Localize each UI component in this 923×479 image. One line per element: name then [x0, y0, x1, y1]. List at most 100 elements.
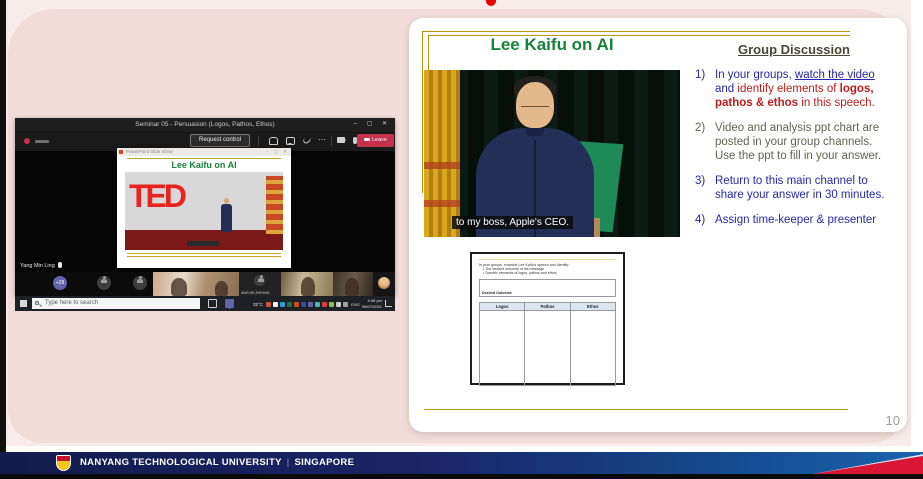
tray-app-icon[interactable] — [315, 302, 320, 307]
recording-indicator-icon — [24, 138, 30, 144]
toolbar-divider — [331, 136, 332, 146]
overflow-count-badge[interactable]: +28 — [53, 276, 67, 290]
start-button-icon[interactable] — [20, 300, 27, 307]
footer-text: NANYANG TECHNOLOGICAL UNIVERSITY | SINGAPO… — [80, 452, 354, 474]
mini-speaker-head — [224, 198, 229, 204]
discussion-item-4-text: Assign time-keeper & presenter — [715, 213, 876, 227]
country-name: SINGAPORE — [295, 457, 355, 468]
taskbar-search-input[interactable]: Type here to search — [32, 298, 200, 309]
request-control-button[interactable]: Request control — [190, 134, 250, 147]
participant-name: ANG HE ZHIYING — [241, 291, 270, 295]
ntu-crest-logo — [56, 455, 71, 471]
discussion-item-3: 3) Return to this main channel to share … — [695, 174, 893, 202]
slide-title: Lee Kaifu on AI — [425, 35, 679, 55]
table-body — [480, 311, 615, 385]
participant-avatar[interactable] — [133, 276, 147, 290]
notification-center-icon[interactable] — [385, 300, 392, 307]
university-name: NANYANG TECHNOLOGICAL UNIVERSITY — [80, 457, 282, 468]
task-view-icon[interactable] — [208, 299, 217, 308]
participant-avatar[interactable] — [97, 276, 111, 290]
gold-border-top — [422, 31, 850, 32]
camera-icon[interactable] — [337, 137, 345, 143]
worksheet-bullet: • Specific elements of logos, pathos and… — [479, 271, 616, 275]
powerpoint-window-controls[interactable]: – ▢ ✕ — [266, 148, 289, 156]
tray-app-icon[interactable] — [329, 302, 334, 307]
tray-icons — [266, 302, 348, 307]
discussion-item-2: 2) Video and analysis ppt chart are post… — [695, 121, 893, 163]
teams-window-title: Seminar 05 - Persuasion (Logos, Pathos, … — [135, 121, 274, 128]
taskbar-clock[interactable]: 4:06 pm 06/07/2021 — [362, 298, 382, 309]
weather-temperature[interactable]: 32°C — [253, 302, 263, 307]
main-slide: Lee Kaifu on AI to my boss, Apple's CEO.… — [409, 18, 907, 432]
analysis-worksheet-thumbnail: In your groups, examine Lee Kaifu's spee… — [470, 252, 625, 385]
mini-slide-gold-rule — [127, 253, 281, 254]
participant-filmstrip: +28 ANG HE ZHIYING — [15, 272, 395, 296]
mini-slide-gold-rule — [127, 256, 281, 257]
ntu-footer-bar: NANYANG TECHNOLOGICAL UNIVERSITY | SINGAPO… — [0, 452, 923, 474]
desired-outcome-label: Desired Outcome — [482, 291, 512, 295]
speaker-glasses — [521, 102, 549, 107]
leave-button[interactable]: Leave — [357, 134, 394, 147]
active-speaker-name: Yang Min Ling — [20, 261, 62, 269]
watch-video-link[interactable]: watch the video — [795, 69, 875, 81]
discussion-item-2-text: Video and analysis ppt chart are posted … — [715, 121, 893, 163]
chat-icon[interactable] — [286, 137, 295, 145]
gold-border-bottom — [424, 409, 848, 410]
participant-video[interactable] — [333, 272, 373, 296]
desired-outcome-box: Desired Outcome — [479, 279, 616, 297]
shared-powerpoint-window: PowerPoint Slide Show – ▢ ✕ Lee Kaifu on… — [117, 148, 291, 268]
left-black-edge — [0, 0, 6, 457]
speaker-video-still: to my boss, Apple's CEO. — [424, 70, 680, 237]
window-controls[interactable]: – ▢ ✕ — [354, 118, 391, 131]
table-header-row: Logos Pathos Ethos — [480, 303, 615, 311]
participant-video[interactable] — [373, 272, 395, 296]
toolbar-divider — [258, 136, 259, 146]
discussion-item-3-text: Return to this main channel to share you… — [715, 174, 893, 202]
meeting-timer — [35, 140, 49, 143]
hidden-participants: +28 — [15, 272, 153, 296]
discussion-item-1-text: In your groups, watch the video and iden… — [715, 68, 893, 110]
column-header-pathos: Pathos — [525, 303, 570, 310]
tray-app-icon[interactable] — [308, 302, 313, 307]
tray-app-icon[interactable] — [273, 302, 278, 307]
teams-taskbar-icon[interactable] — [225, 299, 234, 308]
discussion-item-1: 1) In your groups, watch the video and i… — [695, 68, 893, 110]
participant-photo-avatar — [378, 277, 390, 289]
tray-app-icon[interactable] — [287, 302, 292, 307]
ted-backdrop-panel — [266, 176, 283, 234]
meeting-stage: PowerPoint Slide Show – ▢ ✕ Lee Kaifu on… — [15, 151, 395, 272]
mandarin-collar — [526, 128, 544, 136]
hang-up-icon — [364, 138, 370, 141]
participant-video[interactable]: ANG HE ZHIYING — [239, 272, 281, 296]
tray-app-icon[interactable] — [280, 302, 285, 307]
teams-meeting-window: Seminar 05 - Persuasion (Logos, Pathos, … — [15, 118, 395, 296]
language-indicator[interactable]: ENG — [351, 302, 360, 307]
mini-speaker-figure — [221, 204, 232, 232]
footer-red-swoosh — [813, 452, 923, 474]
more-options-icon[interactable]: ⋯ — [318, 137, 327, 145]
raise-hand-icon[interactable] — [269, 137, 278, 145]
tray-app-icon[interactable] — [294, 302, 299, 307]
search-icon — [35, 301, 39, 305]
share-link-icon[interactable] — [302, 135, 312, 145]
participant-video[interactable] — [281, 272, 333, 296]
participant-avatar — [254, 275, 265, 286]
tray-app-icon[interactable] — [266, 302, 271, 307]
ted-stage-floor — [125, 230, 283, 250]
tray-app-icon[interactable] — [343, 302, 348, 307]
bottom-black-edge — [0, 474, 923, 479]
participant-video[interactable] — [153, 272, 239, 296]
tray-app-icon[interactable] — [322, 302, 327, 307]
ted-talk-still: TED — [125, 172, 283, 250]
ted-logo: TED — [129, 178, 184, 215]
tray-app-icon[interactable] — [301, 302, 306, 307]
powerpoint-title: PowerPoint Slide Show — [126, 149, 173, 154]
column-header-ethos: Ethos — [571, 303, 615, 310]
group-discussion-panel: Group Discussion 1) In your groups, watc… — [695, 42, 893, 227]
mini-caption-bar — [187, 241, 219, 246]
discussion-item-4: 4) Assign time-keeper & presenter — [695, 213, 893, 227]
tray-app-icon[interactable] — [336, 302, 341, 307]
footer-separator: | — [287, 457, 290, 468]
column-header-logos: Logos — [480, 303, 525, 310]
slide-page-number: 10 — [886, 413, 900, 428]
